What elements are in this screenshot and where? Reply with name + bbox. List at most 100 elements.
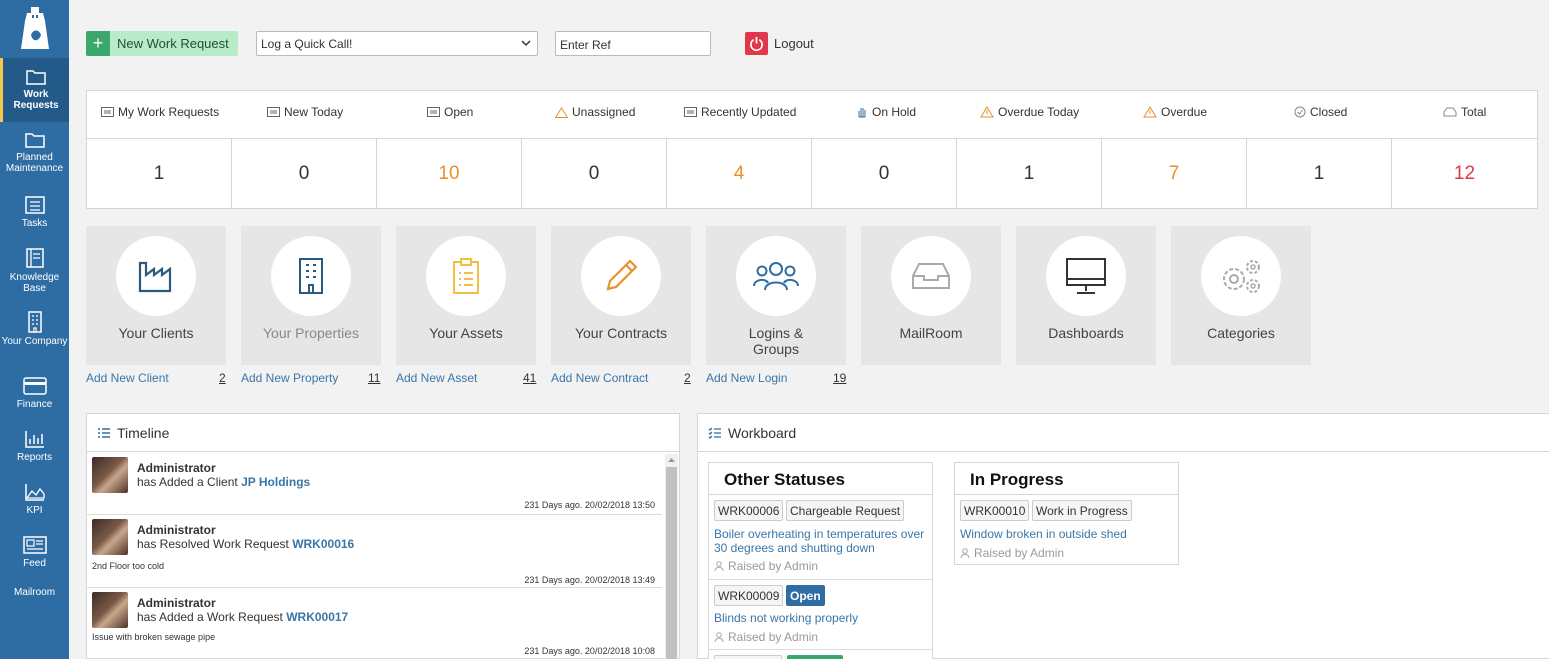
logout-button[interactable]: Logout [745,31,814,55]
sidebar-item-feed[interactable]: Feed [0,535,69,575]
sidebar-item-planned-maintenance[interactable]: Planned Maintenance [0,131,69,181]
stat-header-unassigned[interactable]: Unassigned [555,105,635,119]
app-logo[interactable] [0,0,69,58]
tile-your-assets[interactable]: Your Assets [396,226,536,365]
raised-by-text: Raised by Admin [728,559,819,573]
sidebar: Work Requests Planned Maintenance Tasks … [0,0,69,659]
avatar [92,457,128,493]
card-raised-by: Raised by Admin [714,630,818,644]
building-icon [299,258,323,294]
sidebar-item-work-requests[interactable]: Work Requests [0,58,69,122]
properties-count[interactable]: 11 [368,371,380,385]
assets-count[interactable]: 41 [523,371,536,385]
stat-header-open[interactable]: Open [427,105,473,119]
warning-icon [555,106,568,118]
stat-value-on-hold[interactable]: 0 [812,139,957,209]
tile-icon-circle [736,236,816,316]
work-ref-tag[interactable]: WRK00010 [960,500,1030,521]
user-icon [960,547,970,558]
add-new-contract-link[interactable]: Add New Contract [551,371,648,385]
tile-your-clients[interactable]: Your Clients [86,226,226,365]
work-ref-tag[interactable]: WRK00009 [714,585,784,606]
tile-your-contracts[interactable]: Your Contracts [551,226,691,365]
timeline-header: Timeline [87,414,679,452]
work-ref-tag[interactable]: WRK00006 [714,500,784,521]
column-title: Other Statuses [709,463,932,495]
add-new-client-link[interactable]: Add New Client [86,371,169,385]
work-card[interactable]: WRK00010 Work in Progress Window broken … [955,496,1178,564]
stat-value-overdue[interactable]: 7 [1102,139,1247,209]
workboard-panel: Workboard Other Statuses WRK00006 Charge… [697,413,1549,659]
card-description[interactable]: Blinds not working properly [714,611,929,625]
stat-value-closed[interactable]: 1 [1247,139,1392,209]
stat-value-my-work-requests[interactable]: 1 [87,139,232,209]
scrollbar-thumb[interactable] [666,467,677,659]
tile-label: Dashboards [1048,325,1124,341]
stat-value-recently-updated[interactable]: 4 [667,139,812,209]
card-icon [22,377,47,395]
ticket-icon [427,107,440,117]
sidebar-item-mailroom[interactable]: Mailroom [0,587,69,603]
timeline-link[interactable]: JP Holdings [241,475,310,489]
sidebar-item-your-company[interactable]: Your Company [0,311,69,361]
timeline-note: Issue with broken sewage pipe [92,632,216,642]
timeline-link[interactable]: WRK00016 [292,537,354,551]
clients-count[interactable]: 2 [219,371,226,385]
stat-header-my-work-requests[interactable]: My Work Requests [101,105,219,119]
stat-header-recently-updated[interactable]: Recently Updated [684,105,796,119]
stat-header-label: Unassigned [572,105,636,119]
work-card[interactable]: WRK00006 Chargeable Request Boiler overh… [709,496,932,580]
factory-icon [138,261,172,293]
stat-header-total[interactable]: Total [1443,105,1486,119]
tile-dashboards[interactable]: Dashboards [1016,226,1156,365]
sidebar-item-label: Tasks [21,218,48,229]
stat-value-overdue-today[interactable]: 1 [957,139,1102,209]
quick-call-select[interactable]: Log a Quick Call! [256,31,538,56]
ref-input[interactable]: Enter Ref [555,31,711,56]
raised-by-text: Raised by Admin [974,546,1065,560]
area-chart-icon [24,484,45,501]
stat-header-on-hold[interactable]: On Hold [856,105,916,119]
tile-categories[interactable]: Categories [1171,226,1311,365]
stat-value-open[interactable]: 10 [377,139,522,209]
logins-count[interactable]: 19 [833,371,846,385]
add-new-login-link[interactable]: Add New Login [706,371,787,385]
tile-mailroom[interactable]: MailRoom [861,226,1001,365]
tile-your-properties[interactable]: Your Properties [241,226,381,365]
add-new-asset-link[interactable]: Add New Asset [396,371,477,385]
timeline-scrollbar[interactable] [665,454,678,659]
stat-header-overdue[interactable]: Overdue [1143,105,1207,119]
card-description[interactable]: Window broken in outside shed [960,527,1175,541]
status-tag: Work in Progress [1032,500,1132,521]
folder-icon [26,70,46,85]
sidebar-item-tasks[interactable]: Tasks [0,195,69,235]
timeline-time: 231 Days ago. 20/02/2018 13:49 [524,575,655,585]
sidebar-item-reports[interactable]: Reports [0,429,69,469]
checklist-icon [708,427,721,439]
quick-call-value: Log a Quick Call! [261,37,353,51]
tile-icon-circle [426,236,506,316]
stat-header-closed[interactable]: Closed [1294,105,1347,119]
stat-value-unassigned[interactable]: 0 [522,139,667,209]
stat-header-label: My Work Requests [118,105,220,119]
tile-icon-circle [891,236,971,316]
new-work-request-button[interactable]: + New Work Request [86,31,238,56]
work-ref-tag-partial[interactable] [714,655,782,659]
avatar [92,592,128,628]
work-card[interactable]: WRK00009 Open Blinds not working properl… [709,580,932,650]
tile-logins-groups[interactable]: Logins & Groups [706,226,846,365]
stat-header-overdue-today[interactable]: Overdue Today [980,105,1079,119]
check-circle-icon [1294,106,1306,118]
stat-value-total[interactable]: 12 [1392,139,1537,209]
contracts-count[interactable]: 2 [684,371,691,385]
sidebar-item-kpi[interactable]: KPI [0,482,69,522]
stat-value-new-today[interactable]: 0 [232,139,377,209]
add-new-property-link[interactable]: Add New Property [241,371,338,385]
stat-header-new-today[interactable]: New Today [267,105,343,119]
card-description[interactable]: Boiler overheating in temperatures over … [714,527,929,555]
sidebar-item-finance[interactable]: Finance [0,376,69,416]
sidebar-item-knowledge-base[interactable]: Knowledge Base [0,247,69,297]
ticket-icon [267,107,280,117]
workboard-title: Workboard [728,424,797,441]
timeline-link[interactable]: WRK00017 [286,610,348,624]
